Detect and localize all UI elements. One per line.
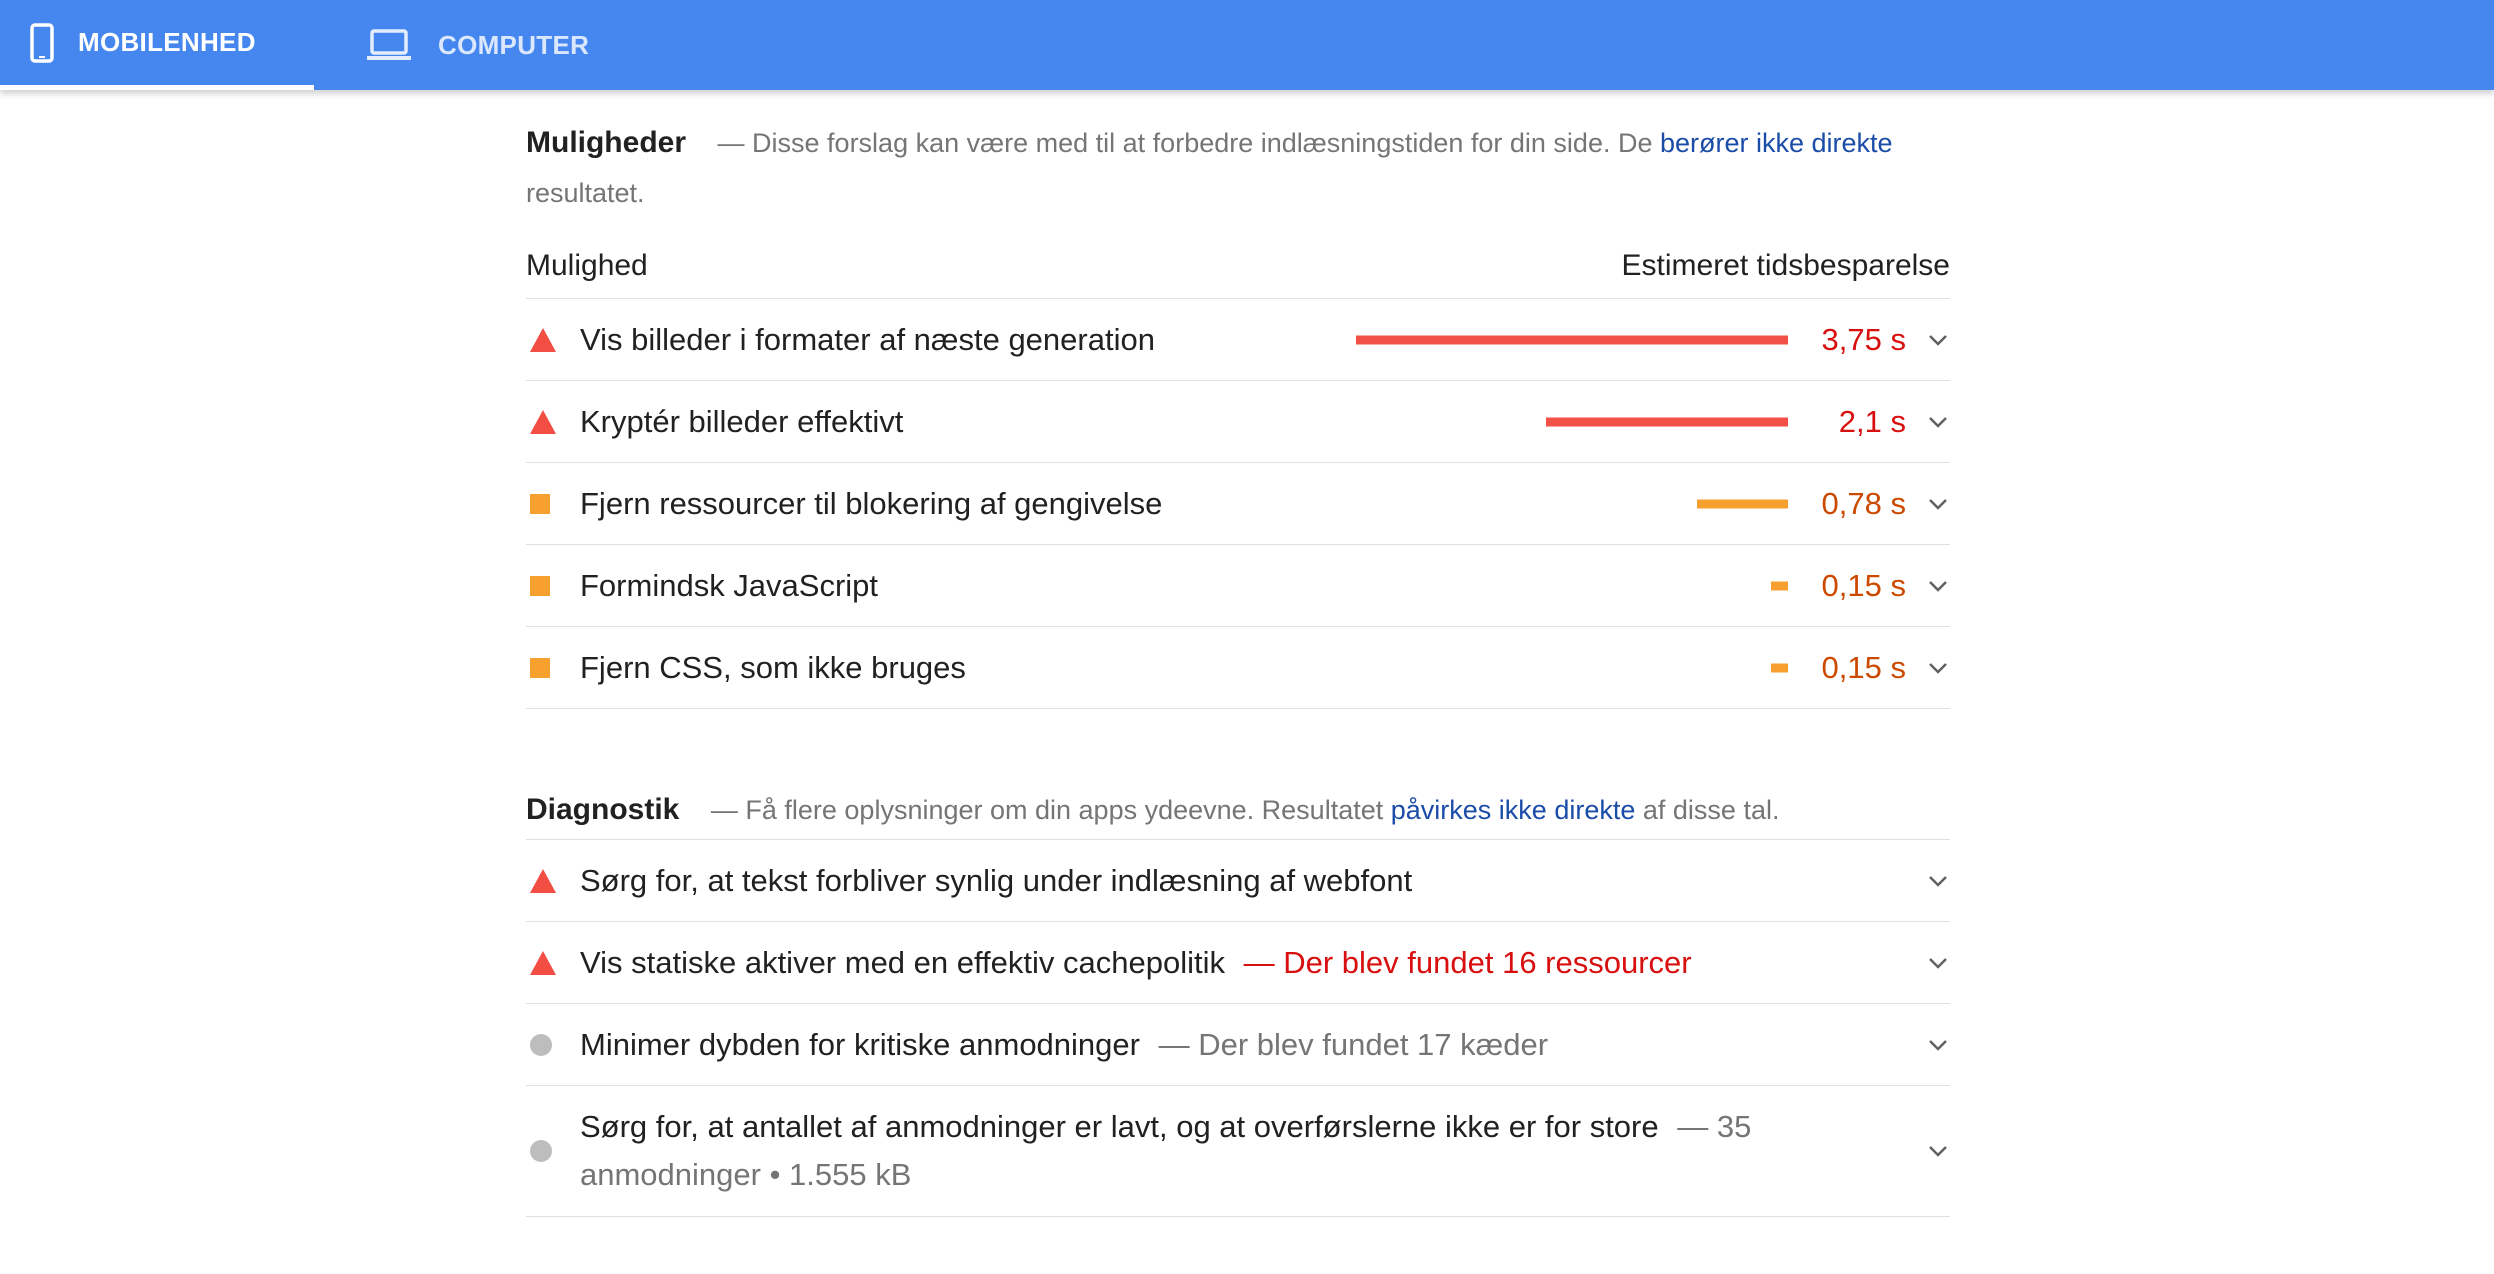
fail-triangle-icon	[530, 409, 556, 434]
severity-marker	[526, 1033, 580, 1056]
diagnostics-description-suffix: af disse tal.	[1642, 795, 1780, 825]
opportunity-row[interactable]: Kryptér billeder effektivt 2,1 s	[526, 381, 1950, 463]
opportunity-title: Kryptér billeder effektivt	[580, 403, 904, 439]
chevron-down-icon[interactable]	[1926, 951, 1950, 975]
tab-mobile-label: MOBILENHED	[78, 27, 256, 57]
diagnostic-row[interactable]: Vis statiske aktiver med en effektiv cac…	[526, 922, 1950, 1004]
diagnostic-row[interactable]: Sørg for, at tekst forbliver synlig unde…	[526, 840, 1950, 922]
opportunities-header: Muligheder — Disse forslag kan være med …	[526, 118, 1950, 218]
savings-value: 0,78 s	[1821, 485, 1906, 521]
opportunity-row[interactable]: Formindsk JavaScript 0,15 s	[526, 545, 1950, 627]
opportunities-description-prefix: — Disse forslag kan være med til at forb…	[717, 128, 1653, 158]
column-estimated-savings: Estimeret tidsbesparelse	[1621, 249, 1950, 282]
chevron-down-icon[interactable]	[1926, 410, 1950, 434]
diagnostics-learn-more-link[interactable]: påvirkes ikke direkte	[1391, 795, 1636, 825]
severity-marker	[526, 409, 580, 434]
diagnostic-title: Minimer dybden for kritiske anmodninger	[580, 1026, 1140, 1062]
severity-marker	[526, 1140, 580, 1162]
opportunities-title: Muligheder	[526, 126, 687, 159]
opportunity-row[interactable]: Vis billeder i formater af næste generat…	[526, 299, 1950, 381]
fail-triangle-icon	[530, 868, 556, 893]
savings-bar	[1546, 417, 1788, 426]
opportunities-description-suffix: resultatet.	[526, 178, 645, 208]
opportunity-row[interactable]: Fjern CSS, som ikke bruges 0,15 s	[526, 627, 1950, 709]
opportunities-learn-more-link[interactable]: berører ikke direkte	[1660, 128, 1893, 158]
fail-triangle-icon	[530, 327, 556, 352]
average-square-icon	[530, 493, 550, 514]
severity-marker	[526, 493, 580, 514]
opportunity-title: Fjern ressourcer til blokering af gengiv…	[580, 485, 1163, 521]
average-square-icon	[530, 575, 550, 596]
chevron-down-icon[interactable]	[1926, 869, 1950, 893]
diagnostic-text: Minimer dybden for kritiske anmodninger …	[580, 1027, 1548, 1063]
diagnostic-detail: — Der blev fundet 16 ressourcer	[1243, 944, 1692, 980]
diagnostic-row[interactable]: Minimer dybden for kritiske anmodninger …	[526, 1004, 1950, 1086]
diagnostic-text: Sørg for, at antallet af anmodninger er …	[580, 1103, 1840, 1199]
diagnostics-list: Sørg for, at tekst forbliver synlig unde…	[526, 840, 1950, 1217]
diagnostics-description-prefix: — Få flere oplysninger om din apps ydeev…	[710, 795, 1384, 825]
opportunity-title: Formindsk JavaScript	[580, 567, 879, 603]
chevron-down-icon[interactable]	[1926, 328, 1950, 352]
tab-computer-label: COMPUTER	[438, 29, 590, 60]
device-tab-bar: MOBILENHED COMPUTER	[0, 0, 2494, 90]
savings-bar	[1697, 499, 1788, 508]
diagnostic-title: Vis statiske aktiver med en effektiv cac…	[580, 944, 1225, 980]
severity-marker	[526, 327, 580, 352]
diagnostic-text: Vis statiske aktiver med en effektiv cac…	[580, 945, 1692, 981]
severity-marker	[526, 950, 580, 975]
tab-computer[interactable]: COMPUTER	[364, 0, 624, 90]
savings-value: 3,75 s	[1821, 321, 1906, 357]
savings-bar	[1771, 581, 1788, 590]
diagnostic-detail: — Der blev fundet 17 kæder	[1158, 1026, 1549, 1062]
diagnostic-text: Sørg for, at tekst forbliver synlig unde…	[580, 863, 1412, 899]
info-circle-icon	[530, 1033, 552, 1056]
chevron-down-icon[interactable]	[1926, 574, 1950, 598]
fail-triangle-icon	[530, 950, 556, 975]
diagnostics-header: Diagnostik — Få flere oplysninger om din…	[526, 781, 1950, 840]
severity-marker	[526, 868, 580, 893]
column-opportunity: Mulighed	[526, 249, 648, 282]
diagnostic-title: Sørg for, at tekst forbliver synlig unde…	[580, 862, 1413, 898]
diagnostics-section: Diagnostik — Få flere oplysninger om din…	[526, 781, 1950, 1217]
opportunities-column-headers: Mulighed Estimeret tidsbesparelse	[526, 234, 1950, 299]
tab-mobile[interactable]: MOBILENHED	[0, 0, 314, 90]
savings-bar	[1771, 663, 1788, 672]
severity-marker	[526, 657, 580, 678]
chevron-down-icon[interactable]	[1926, 656, 1950, 680]
laptop-icon	[366, 28, 412, 62]
smartphone-icon	[30, 22, 54, 63]
diagnostic-title: Sørg for, at antallet af anmodninger er …	[580, 1109, 1659, 1144]
diagnostic-row[interactable]: Sørg for, at antallet af anmodninger er …	[526, 1086, 1950, 1217]
severity-marker	[526, 575, 580, 596]
savings-value: 0,15 s	[1821, 567, 1906, 603]
savings-value: 2,1 s	[1838, 403, 1906, 439]
savings-value: 0,15 s	[1821, 649, 1906, 685]
opportunity-title: Vis billeder i formater af næste generat…	[580, 321, 1155, 357]
chevron-down-icon[interactable]	[1926, 492, 1950, 516]
chevron-down-icon[interactable]	[1926, 1033, 1950, 1057]
opportunity-row[interactable]: Fjern ressourcer til blokering af gengiv…	[526, 463, 1950, 545]
savings-bar	[1356, 335, 1788, 344]
chevron-down-icon[interactable]	[1926, 1139, 1950, 1163]
diagnostics-title: Diagnostik	[526, 793, 680, 826]
opportunities-list: Vis billeder i formater af næste generat…	[526, 299, 1950, 709]
opportunity-title: Fjern CSS, som ikke bruges	[580, 649, 966, 685]
average-square-icon	[530, 657, 550, 678]
report-content: Muligheder — Disse forslag kan være med …	[526, 90, 1950, 1217]
info-circle-icon	[530, 1140, 552, 1162]
